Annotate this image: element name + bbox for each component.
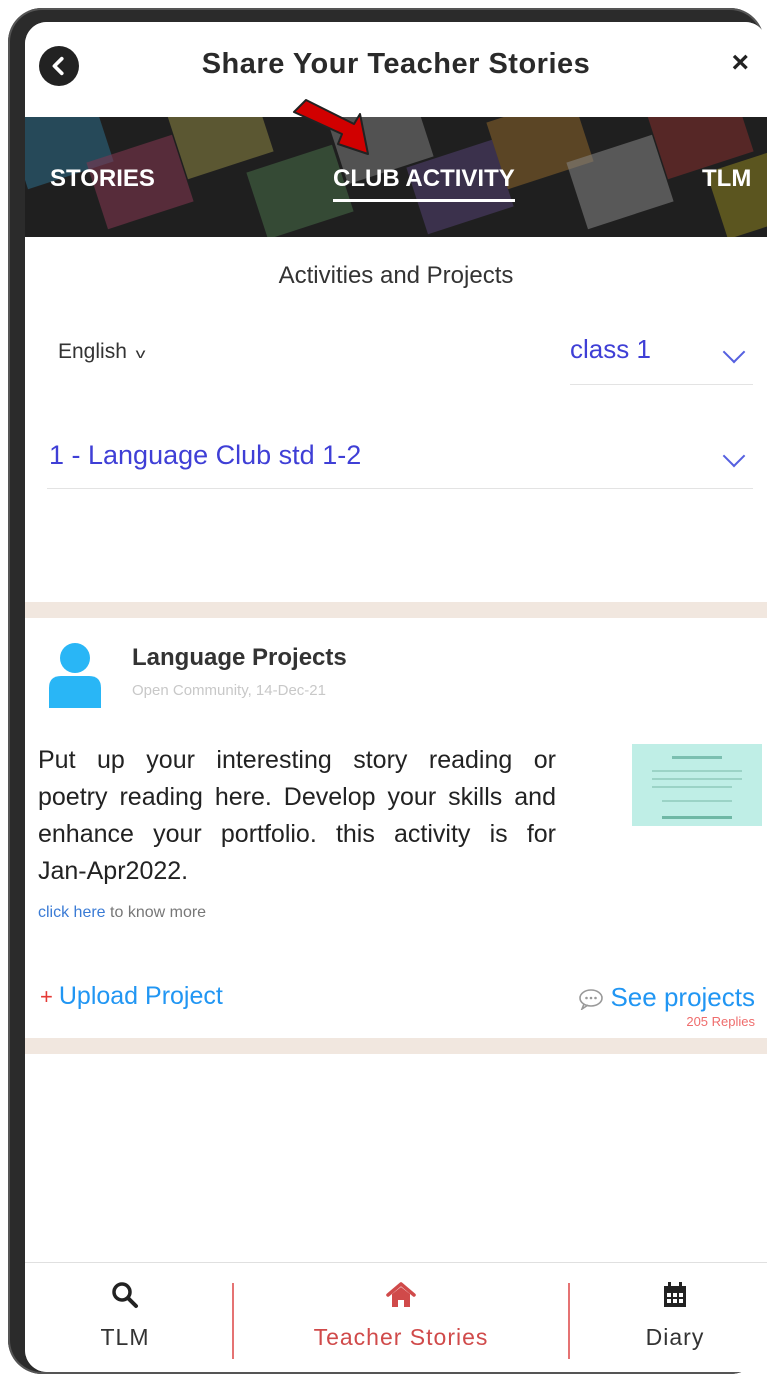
- class-select[interactable]: class 1: [570, 332, 753, 385]
- nav-item-label: Teacher Stories: [313, 1324, 489, 1350]
- nav-item-teacher-stories[interactable]: Teacher Stories: [283, 1281, 519, 1351]
- section-divider: [25, 1038, 767, 1054]
- know-more-suffix: to know more: [105, 904, 207, 921]
- class-value: class 1: [570, 334, 651, 364]
- home-icon: [386, 1282, 416, 1307]
- nav-item-label: TLM: [100, 1324, 150, 1350]
- calendar-icon: [664, 1282, 686, 1307]
- description-line: poetry reading here. Develop your skills…: [38, 783, 556, 811]
- description-line: Put up your interesting story reading or: [38, 746, 556, 774]
- section-heading: Activities and Projects: [278, 262, 514, 289]
- chevron-down-icon: v: [135, 345, 146, 361]
- project-thumbnail[interactable]: [632, 744, 762, 826]
- upload-project-label: Upload Project: [58, 982, 223, 1010]
- see-projects-button[interactable]: See projects: [578, 982, 755, 1013]
- nav-item-tlm[interactable]: TLM: [65, 1281, 185, 1351]
- page-title: Share Your Teacher Stories: [201, 48, 591, 80]
- club-value: 1 - Language Club std 1-2: [49, 440, 362, 470]
- know-more-text: click here to know more: [38, 904, 206, 922]
- nav-divider: [232, 1283, 234, 1359]
- card-title: Language Projects: [132, 644, 347, 671]
- app-screen: Share Your Teacher Stories × STORIES CLU…: [25, 22, 767, 1372]
- see-projects-label: See projects: [610, 982, 755, 1012]
- nav-item-diary[interactable]: Diary: [615, 1281, 735, 1351]
- club-select[interactable]: 1 - Language Club std 1-2: [47, 434, 753, 489]
- upload-project-button[interactable]: + Upload Project: [40, 982, 223, 1011]
- description-line: enhance your portfolio. this activity is…: [38, 820, 556, 848]
- search-icon: [112, 1282, 138, 1308]
- tab-banner: STORIES CLUB ACTIVITY TLM: [25, 117, 767, 237]
- click-here-link[interactable]: click here: [38, 904, 106, 921]
- card-description: Put up your interesting story reading or…: [38, 742, 556, 890]
- bottom-nav: TLM Teacher Stories Diary: [25, 1262, 767, 1372]
- section-divider: [25, 602, 767, 618]
- red-arrow-icon: [293, 99, 369, 155]
- plus-icon: +: [40, 984, 53, 1009]
- language-value: English: [58, 340, 127, 363]
- tab-stories[interactable]: STORIES: [50, 165, 155, 193]
- language-select[interactable]: English v: [58, 340, 146, 364]
- nav-divider: [568, 1283, 570, 1359]
- comment-icon: [579, 989, 604, 1011]
- replies-count: 205 Replies: [686, 1014, 755, 1029]
- tab-club-activity[interactable]: CLUB ACTIVITY: [333, 165, 515, 202]
- chevron-down-icon: [722, 444, 746, 468]
- user-avatar-icon: [49, 643, 101, 708]
- card-meta: Open Community, 14-Dec-21: [132, 682, 326, 699]
- chevron-down-icon: [722, 340, 746, 364]
- description-line: Jan-Apr2022.: [38, 857, 189, 885]
- tab-tlm[interactable]: TLM: [702, 165, 751, 193]
- app-header: Share Your Teacher Stories ×: [25, 22, 767, 117]
- nav-item-label: Diary: [645, 1324, 705, 1350]
- close-button[interactable]: ×: [731, 48, 749, 78]
